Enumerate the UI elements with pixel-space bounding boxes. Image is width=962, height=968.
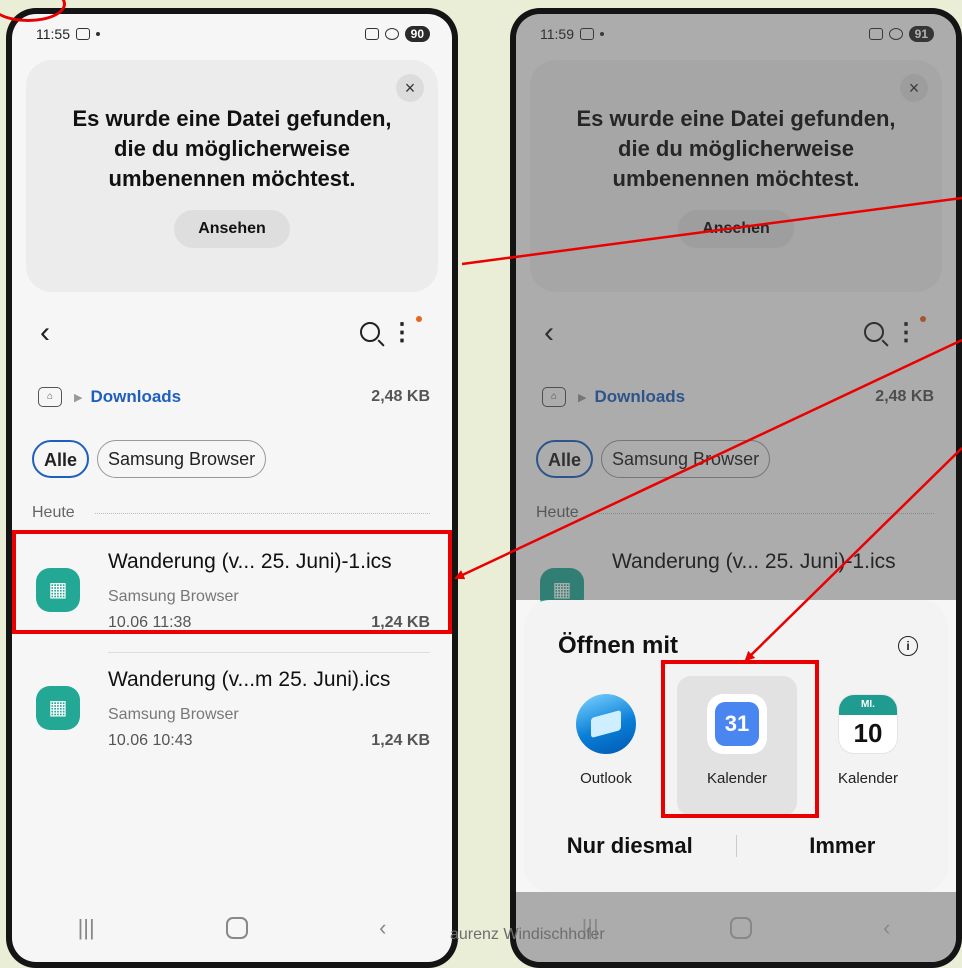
- annotation-arrows: [454, 196, 962, 662]
- annotation-arrow-calendar: [744, 447, 962, 662]
- annotation-arrow-line: [461, 196, 962, 266]
- author-caption: aurenz Windischhofer: [450, 926, 605, 943]
- annotation-arrow-file: [454, 338, 962, 580]
